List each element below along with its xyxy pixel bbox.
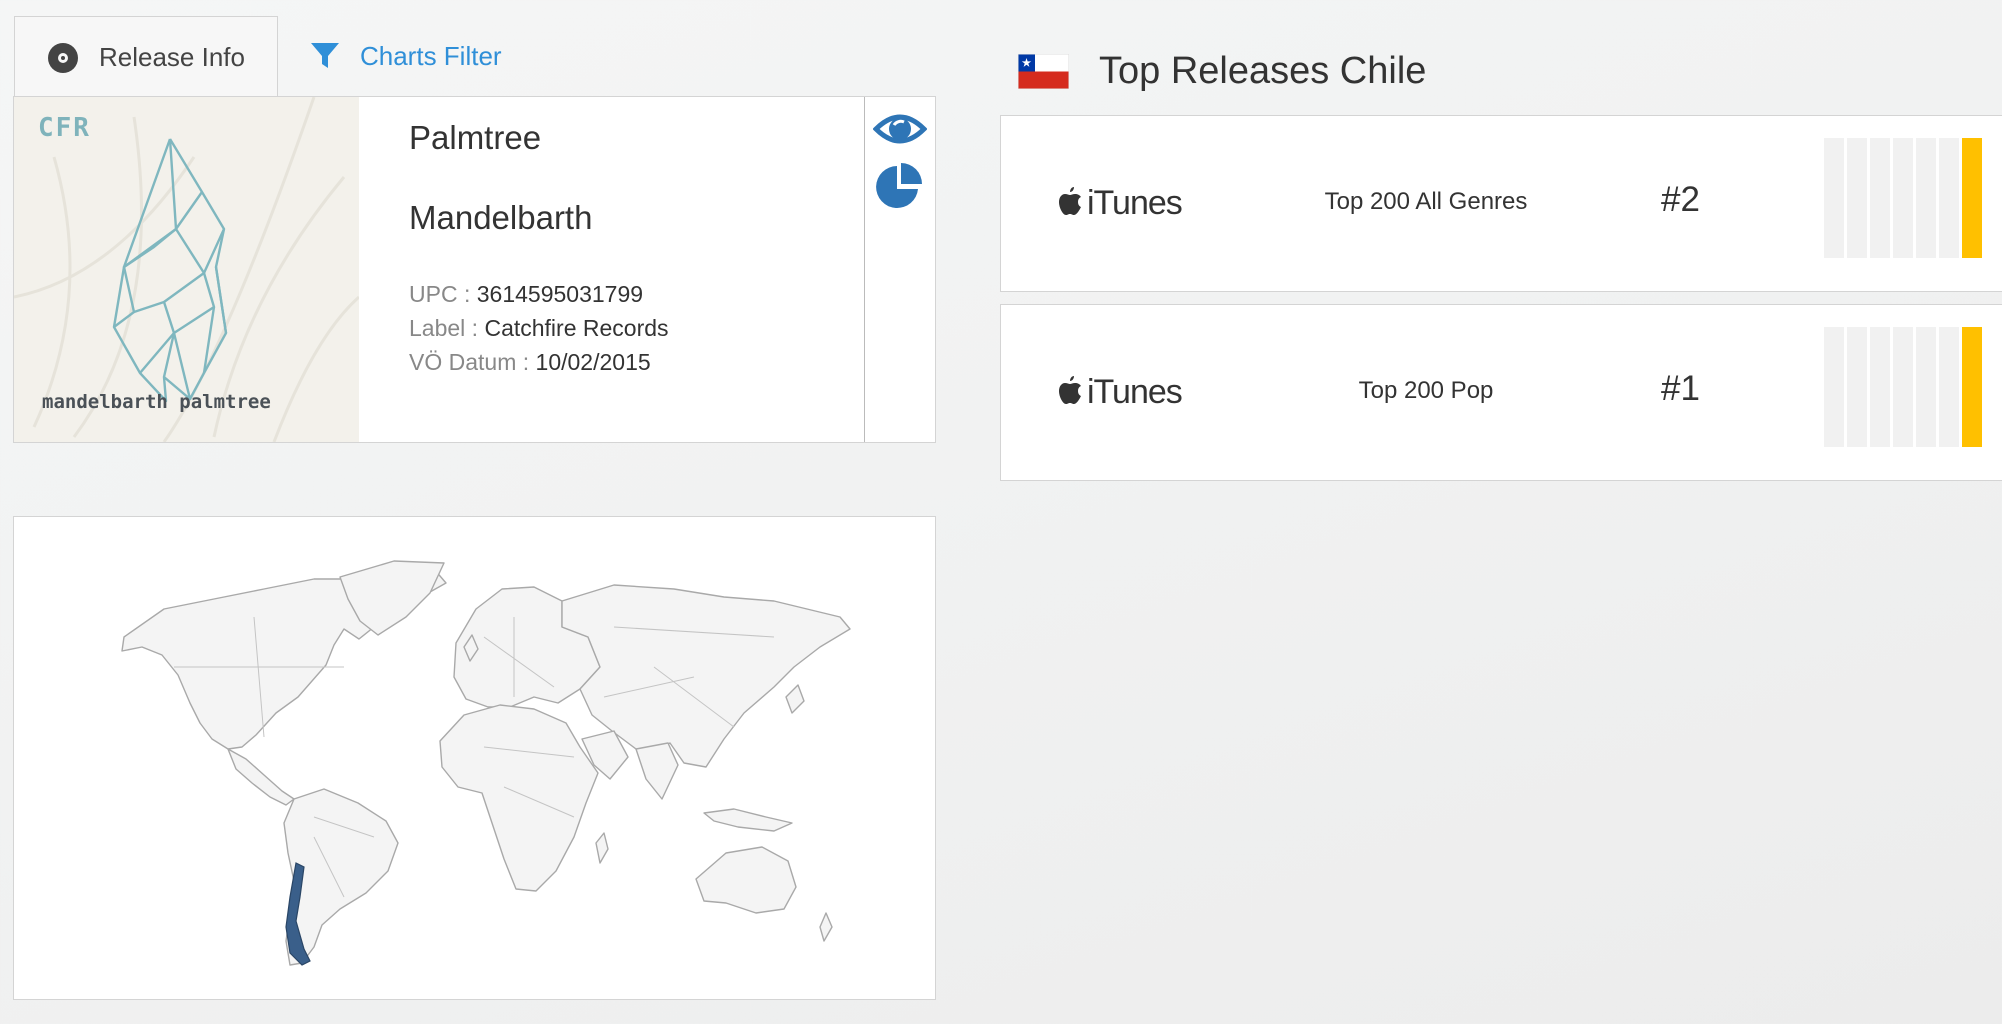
rank-bar [1893,327,1913,447]
tab-charts-filter-label: Charts Filter [359,40,502,71]
map-africa [439,704,599,892]
rank-bar [1847,327,1867,447]
chart-name: Top 200 All Genres [1324,188,1528,215]
rank-bar [1916,327,1936,447]
rank-history-bars [1824,327,1985,447]
rank-bar-active [1962,138,1982,258]
rank-bar [1939,327,1959,447]
release-title: Palmtree [409,119,542,156]
map-india [635,742,679,800]
release-artist: Mandelbarth [409,199,593,236]
rank-bar [1870,327,1890,447]
upc-row: UPC : 3614595031799 [409,281,643,308]
label-value: Catchfire Records [484,315,669,341]
rank-bar [1824,327,1844,447]
charts-header: Top Releases Chile [1017,46,1427,96]
map-japan [785,684,805,714]
release-date-label: VÖ Datum : [409,349,536,375]
cover-brand: CFR [38,113,91,143]
world-map-card [13,516,936,1000]
chart-row[interactable]: iTunes Top 200 Pop #1 [1000,304,2002,481]
label-row: Label : Catchfire Records [409,315,669,342]
rank-bar [1870,138,1890,258]
rank-bar [1893,138,1913,258]
upc-value: 3614595031799 [476,281,644,307]
rank-history-bars [1824,138,1985,258]
apple-icon [1057,375,1083,410]
store-logo: iTunes [1057,373,1183,412]
pie-chart-icon[interactable] [873,161,925,218]
release-date-value: 10/02/2015 [535,349,651,375]
rank-bar-active [1962,327,1982,447]
store-name: iTunes [1087,373,1183,411]
store-logo: iTunes [1057,184,1183,223]
tab-release-info-label: Release Info [99,42,245,72]
label-label: Label : [409,315,485,341]
rank-bar [1847,138,1867,258]
eye-icon[interactable] [872,109,928,154]
tab-charts-filter[interactable]: Charts Filter [278,16,534,96]
chart-row[interactable]: iTunes Top 200 All Genres #2 [1000,115,2002,292]
release-date-row: VÖ Datum : 10/02/2015 [409,349,651,376]
map-new-zealand [819,912,833,942]
chart-name: Top 200 Pop [1358,377,1494,404]
filter-icon [310,41,340,71]
rank-bar [1916,138,1936,258]
release-actions [864,97,935,442]
tab-release-info[interactable]: Release Info [14,16,278,98]
album-cover: CFR mandelbarth palmtree [14,97,359,442]
upc-label: UPC : [409,281,477,307]
map-central-america [227,748,295,806]
chart-rank: #1 [1661,369,1700,408]
cover-caption: mandelbarth palmtree [42,391,271,413]
rank-bar [1939,138,1959,258]
chart-rank: #2 [1661,180,1700,219]
apple-icon [1057,186,1083,221]
disc-icon [47,42,79,74]
release-info-card: CFR mandelbarth palmtree Palmtree Mandel… [13,96,936,443]
tab-bar: Release Info Charts Filter [14,16,534,98]
world-map[interactable] [14,517,936,1000]
charts-title: Top Releases Chile [1099,49,1427,92]
store-name: iTunes [1087,184,1183,222]
map-australia [695,846,797,914]
map-madagascar [595,832,609,864]
rank-bar [1824,138,1844,258]
chile-flag-icon [1017,53,1070,89]
map-indonesia [703,808,793,832]
